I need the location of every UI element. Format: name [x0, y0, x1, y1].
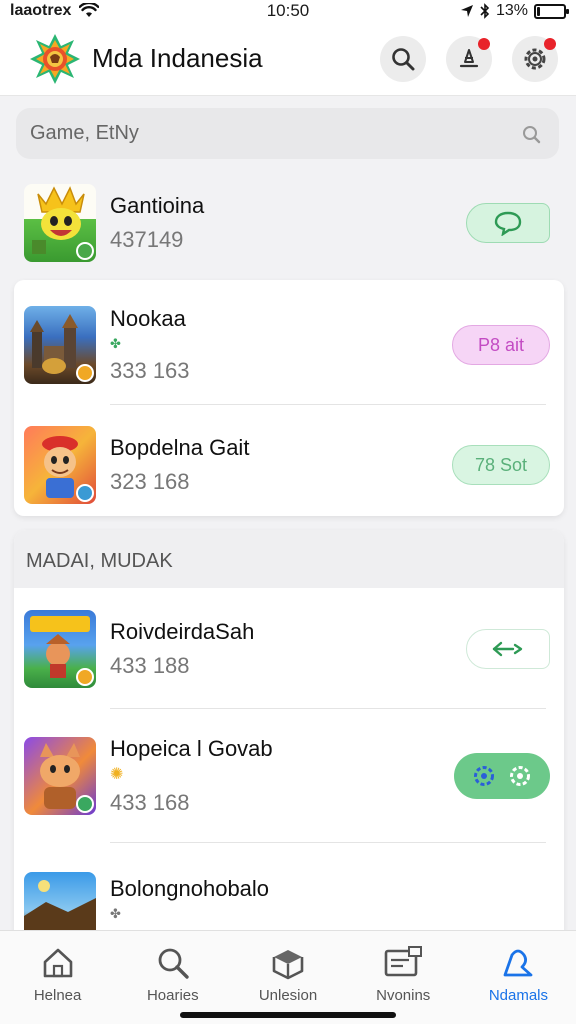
app-count: 333 163 — [110, 358, 190, 383]
bluetooth-icon — [480, 3, 490, 19]
action-label: P8 ait — [477, 334, 525, 355]
sun-icon: ✺ — [110, 766, 124, 783]
search-icon — [158, 948, 189, 979]
tab-label: Ndamals — [488, 987, 548, 1004]
action-button[interactable]: P8 ait — [452, 325, 550, 365]
search-input[interactable] — [30, 122, 521, 145]
app-name: Bopdelna Gait — [110, 435, 250, 460]
gear-icon — [474, 766, 494, 786]
settings-action-button[interactable] — [454, 753, 550, 799]
app-info: Bopdelna Gait 323 168 — [110, 435, 452, 495]
location-icon — [460, 5, 473, 17]
section-title: MADAI, MUDAK — [26, 550, 173, 572]
app-count: 433 188 — [110, 653, 190, 678]
status-right: 13% — [460, 2, 569, 20]
bottom-tab-bar: Helnea Hoaries Unlesion Nvonins Ndamals — [0, 930, 576, 1024]
search-field-icon[interactable] — [521, 124, 541, 144]
divider — [110, 708, 546, 709]
app-name: RoivdeirdaSah — [110, 619, 255, 644]
home-icon — [43, 948, 72, 978]
box-icon — [272, 950, 304, 980]
app-title: Mda Indanesia — [92, 43, 263, 73]
chat-bubble-icon — [494, 211, 522, 236]
app-name: Hopeica l Govab — [110, 736, 273, 761]
app-name: Bolongnohobalo — [110, 876, 270, 901]
settings-button[interactable] — [512, 35, 558, 82]
tab-home[interactable]: Helnea — [0, 931, 115, 1024]
app-info: Nookaa ✤ 333 163 — [110, 306, 452, 384]
clover-icon: ✤ — [110, 906, 121, 921]
app-icon — [24, 306, 96, 384]
gear-icon — [524, 48, 546, 69]
status-bar: laaotrex 10:50 13% — [0, 0, 576, 22]
tab-library[interactable]: Unlesion — [230, 931, 345, 1024]
home-indicator — [180, 1012, 396, 1018]
battery-icon — [534, 3, 569, 19]
divider — [110, 842, 546, 843]
tab-label: Hoaries — [146, 987, 199, 1004]
bell-icon — [459, 48, 479, 67]
badge-icon — [76, 484, 94, 502]
tab-label: Unlesion — [258, 987, 318, 1004]
list-item[interactable]: Hopeica l Govab ✺ 433 168 — [14, 730, 564, 822]
status-left: laaotrex — [10, 2, 100, 20]
header-actions — [380, 35, 558, 82]
search-button[interactable] — [380, 35, 426, 82]
landscape-icon — [24, 880, 96, 930]
app-count: 433 168 — [110, 790, 190, 815]
tab-label: Nvonins — [376, 987, 431, 1004]
badge-icon — [76, 668, 94, 686]
carrier-label: laaotrex — [10, 2, 72, 19]
app-info: Gantioina 437149 — [110, 193, 466, 253]
profile-icon — [504, 949, 533, 977]
app-icon — [24, 737, 96, 815]
tab-label: Helnea — [33, 987, 82, 1004]
wifi-icon — [79, 3, 100, 17]
battery-percent: 13% — [495, 2, 528, 19]
gear-icon — [510, 766, 530, 786]
app-icon — [24, 184, 96, 262]
list-item[interactable]: Gantioina 437149 — [14, 178, 564, 268]
tab-search[interactable]: Hoaries — [115, 931, 230, 1024]
action-label: 78 Sot — [474, 454, 528, 475]
app-icon — [24, 872, 96, 930]
app-name: Gantioina — [110, 193, 205, 218]
list-item[interactable]: RoivdeirdaSah 433 188 — [14, 604, 564, 694]
app-info: RoivdeirdaSah 433 188 — [110, 619, 466, 679]
notification-button[interactable] — [446, 35, 492, 82]
app-info: Bolongnohobalo ✤ — [110, 862, 564, 928]
app-icon — [24, 610, 96, 688]
tab-profile[interactable]: Ndamals — [461, 931, 576, 1024]
app-logo — [30, 33, 80, 84]
app-header: Mda Indanesia — [0, 22, 576, 96]
notification-badge — [478, 37, 490, 50]
badge-icon — [76, 795, 94, 813]
app-info: Hopeica l Govab ✺ 433 168 — [110, 736, 454, 816]
app-icon — [24, 426, 96, 504]
app-count: 323 168 — [110, 469, 190, 494]
action-button[interactable]: 78 Sot — [452, 445, 550, 485]
badge-icon — [76, 242, 94, 260]
chat-button[interactable] — [466, 203, 550, 243]
app-name: Nookaa — [110, 306, 186, 331]
app-count: 437149 — [110, 227, 184, 252]
list-item[interactable]: Bolongnohobalo ✤ — [14, 862, 564, 930]
divider — [110, 404, 546, 405]
badge-icon — [76, 364, 94, 382]
search-icon — [392, 47, 415, 70]
clover-icon: ✤ — [110, 336, 121, 351]
tab-inbox[interactable]: Nvonins — [346, 931, 461, 1024]
search-bar — [16, 108, 559, 159]
inbox-icon — [384, 946, 423, 977]
settings-badge — [544, 37, 556, 50]
share-button[interactable] — [466, 629, 550, 669]
list-item[interactable]: Bopdelna Gait 323 168 78 Sot — [14, 420, 564, 510]
list-item[interactable]: Nookaa ✤ 333 163 P8 ait — [14, 300, 564, 390]
swap-arrows-icon — [492, 641, 523, 657]
